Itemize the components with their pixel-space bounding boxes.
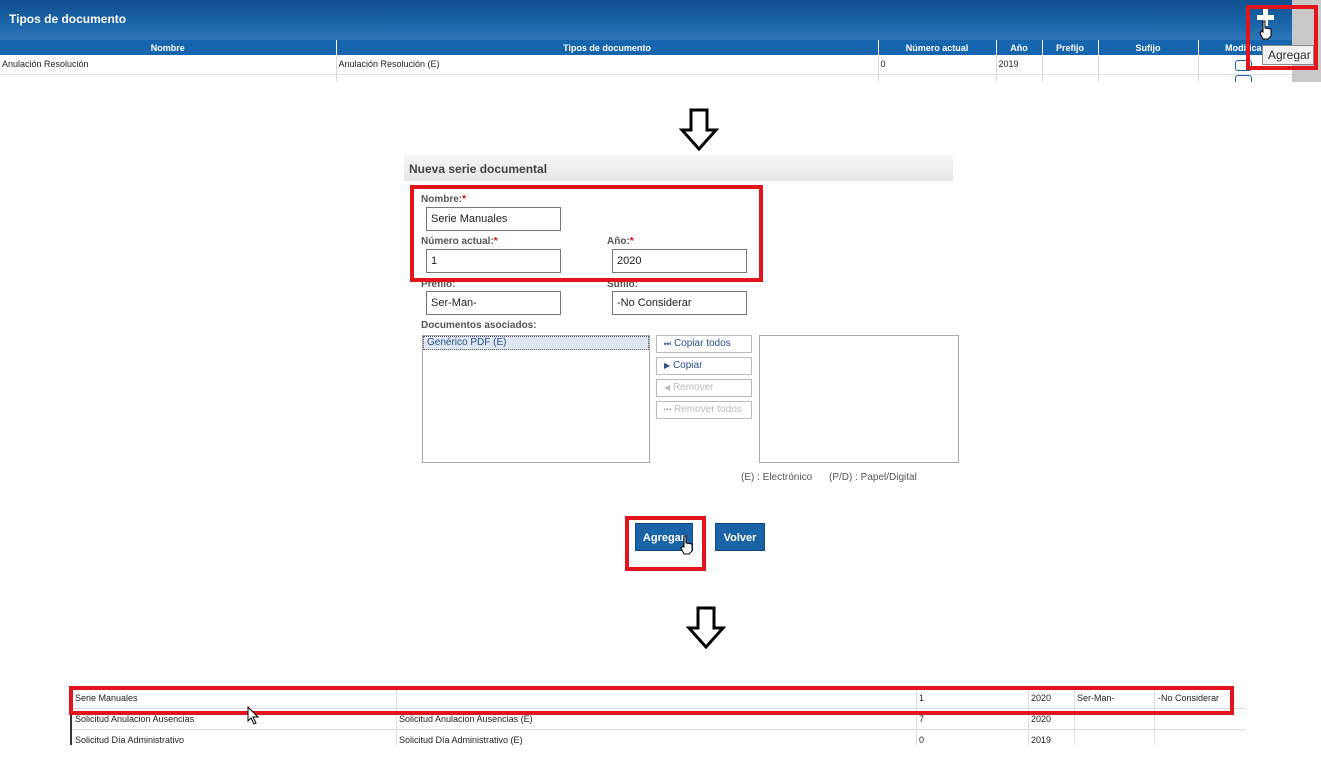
edit-icon[interactable] <box>1234 59 1252 71</box>
nombre-input[interactable] <box>426 207 561 231</box>
associated-documents-list[interactable] <box>759 335 959 463</box>
document-types-table: Nombre Tipos de documento Número actual … <box>0 40 1292 82</box>
cell-numero: 0 <box>919 735 925 745</box>
table-header-row: Nombre Tipos de documento Número actual … <box>0 40 1292 55</box>
numero-actual-input[interactable] <box>426 249 561 273</box>
cell-prefijo: Ser-Man- <box>1077 693 1115 703</box>
column-header[interactable]: Tipos de documento <box>336 40 879 55</box>
scrollbar[interactable] <box>1292 0 1321 82</box>
copy-button[interactable]: ▶ Copiar <box>656 357 752 375</box>
cell-sufijo <box>1098 55 1199 75</box>
table-row: Solicitud Día Administrativo Solicitud D… <box>72 730 1246 745</box>
chevron-right-icon: ▶ <box>664 361 671 370</box>
table-row-partial <box>0 74 1292 82</box>
cell-anio: 2020 <box>1031 714 1052 724</box>
down-arrow-icon <box>679 108 719 152</box>
sufijo-label: Sufijo: <box>607 279 639 287</box>
column-header[interactable]: Sufijo <box>1098 40 1199 55</box>
column-header[interactable]: Prefijo <box>1042 40 1099 55</box>
cell-prefijo <box>1042 55 1099 75</box>
cell-tipos: Solicitud Anulacion Ausencias (E) <box>399 714 533 724</box>
edit-icon[interactable] <box>1234 74 1252 82</box>
list-panel-title: Tipos de documento <box>0 0 1292 40</box>
cell-anio: 2020 <box>1031 693 1052 703</box>
document-types-list-panel: Tipos de documento Nombre Tipos de docum… <box>0 0 1292 82</box>
numero-actual-label: Número actual:* <box>421 236 498 247</box>
cell-numero: 7 <box>919 714 925 724</box>
cell-anio: 2019 <box>1031 735 1052 745</box>
cell-nombre: Serie Manuales <box>75 693 138 703</box>
add-tooltip: Agregar <box>1262 45 1314 65</box>
prefijo-label: Prefijo: <box>421 279 456 287</box>
tutorial-composite: Tipos de documento Nombre Tipos de docum… <box>0 0 1321 779</box>
column-header[interactable]: Número actual <box>878 40 997 55</box>
remove-all-button[interactable]: ⏮ Remover todos <box>656 401 752 419</box>
prefijo-input[interactable] <box>426 291 561 315</box>
column-header[interactable]: Año <box>996 40 1043 55</box>
form-title: Nueva serie documental <box>404 155 953 181</box>
arrow-cursor-icon <box>247 706 260 725</box>
column-header[interactable]: Nombre <box>0 40 337 55</box>
cell-sufijo: -No Considerar <box>1158 693 1220 703</box>
new-document-series-form: Nueva serie documental Nombre:* Número a… <box>404 155 959 490</box>
cell-tipos: Anulación Resolución (E) <box>336 55 879 75</box>
cell-nombre: Solicitud Anulacion Ausencias <box>75 714 195 724</box>
table-row: Anulación Resolución Anulación Resolució… <box>0 55 1292 75</box>
back-button[interactable]: Volver <box>715 523 765 551</box>
chevron-left-icon: ◀ <box>664 383 671 392</box>
cell-anio: 2019 <box>996 55 1043 75</box>
available-documents-list[interactable]: Genérico PDF (E) <box>422 335 650 463</box>
legend-papel-digital: (P/D) : Papel/Digital <box>829 472 917 483</box>
copy-all-button[interactable]: ⏭ Copiar todos <box>656 335 752 353</box>
double-chevron-left-icon: ⏮ <box>664 405 672 414</box>
cell-tipos: Solicitud Día Administrativo (E) <box>399 735 523 745</box>
cell-nombre: Solicitud Día Administrativo <box>75 735 185 745</box>
list-item[interactable]: Genérico PDF (E) <box>423 336 649 350</box>
cell-numero: 1 <box>919 693 925 703</box>
remove-button[interactable]: ◀ Remover <box>656 379 752 397</box>
documentos-asociados-label: Documentos asociados: <box>421 320 537 331</box>
anio-input[interactable] <box>612 249 747 273</box>
double-chevron-right-icon: ⏭ <box>664 339 672 348</box>
nombre-label: Nombre:* <box>421 194 467 205</box>
sufijo-input[interactable] <box>612 291 747 315</box>
legend-electronico: (E) : Electrónico <box>741 472 813 483</box>
anio-label: Año:* <box>607 236 634 247</box>
cell-nombre: Anulación Resolución <box>0 55 337 75</box>
cell-numero: 0 <box>878 55 997 75</box>
hand-cursor-icon <box>1259 20 1272 40</box>
hand-cursor-icon <box>680 535 693 555</box>
down-arrow-icon <box>686 606 726 650</box>
